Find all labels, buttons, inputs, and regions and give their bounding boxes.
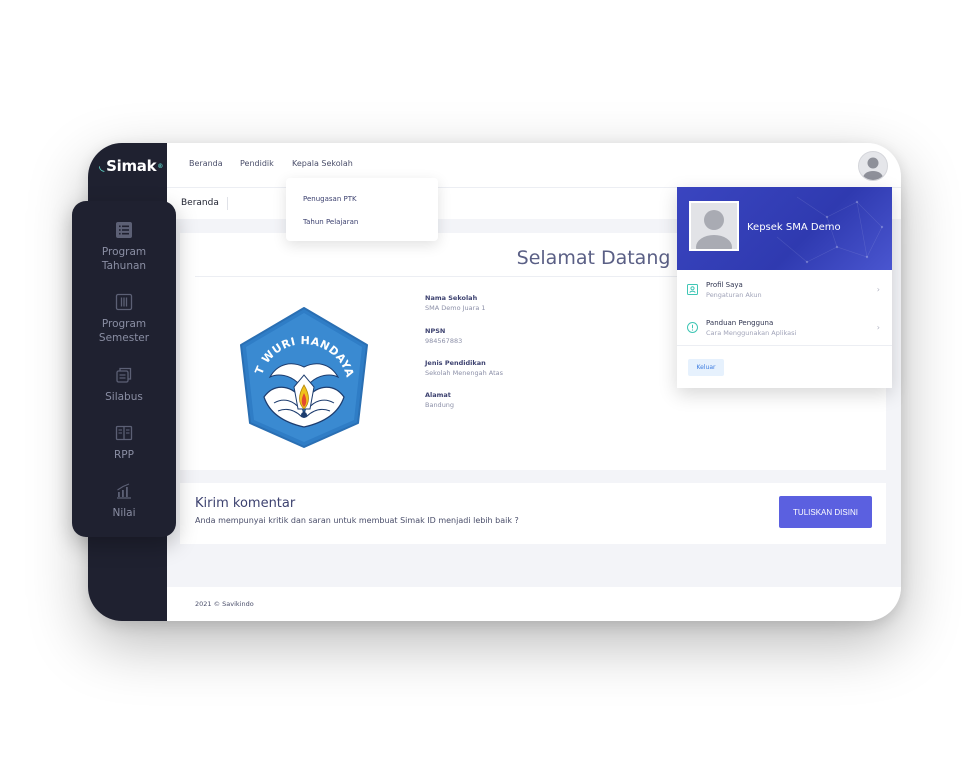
profile-name: Kepsek SMA Demo xyxy=(747,222,841,233)
sidebar-item-program-tahunan[interactable]: Program Tahunan xyxy=(72,221,176,273)
info-icon xyxy=(687,322,698,333)
sidebar-item-program-semester[interactable]: Program Semester xyxy=(72,293,176,345)
info-value: SMA Demo Juara 1 xyxy=(425,304,486,312)
menu-item-panduan-pengguna[interactable]: Panduan Pengguna Cara Menggunakan Aplika… xyxy=(677,313,892,349)
menu-item-subtitle: Cara Menggunakan Aplikasi xyxy=(706,329,797,337)
menu-item-subtitle: Pengaturan Akun xyxy=(706,291,762,299)
sidebar-item-label: RPP xyxy=(114,449,134,461)
info-label: Alamat xyxy=(425,391,451,399)
columns-icon xyxy=(115,293,133,311)
info-value: Bandung xyxy=(425,401,455,409)
sidebar-item-label: Program xyxy=(101,246,147,258)
sidebar-item-label: Semester xyxy=(98,332,150,344)
dropdown-item-penugasan-ptk[interactable]: Penugasan PTK xyxy=(303,195,357,203)
menu-item-title: Panduan Pengguna xyxy=(706,319,774,327)
profile-menu-header: Kepsek SMA Demo xyxy=(677,187,892,270)
chevron-right-icon: › xyxy=(876,285,880,294)
tut-wuri-handayani-emblem-icon: TUT WURI HANDAYANI xyxy=(234,305,368,448)
sidebar-item-rpp[interactable]: RPP xyxy=(72,424,176,462)
list-icon xyxy=(116,222,132,238)
avatar-person-icon xyxy=(696,210,732,249)
dropdown-item-tahun-pelajaran[interactable]: Tahun Pelajaran xyxy=(303,218,358,226)
info-value: Sekolah Menengah Atas xyxy=(425,369,503,377)
write-comment-button[interactable]: TULISKAN DISINI xyxy=(779,496,872,528)
sidebar-item-label: Program xyxy=(101,318,147,330)
menu-divider xyxy=(677,345,892,346)
nav-beranda[interactable]: Beranda xyxy=(189,159,223,168)
avatar-person-icon xyxy=(863,157,883,180)
menu-item-profil-saya[interactable]: Profil Saya Pengaturan Akun › xyxy=(677,275,892,311)
breadcrumb-divider xyxy=(227,197,228,210)
menu-item-title: Profil Saya xyxy=(706,281,743,289)
nav-kepala-sekolah[interactable]: Kepala Sekolah xyxy=(292,159,353,168)
info-label: NPSN xyxy=(425,327,446,335)
sidebar-item-silabus[interactable]: Silabus xyxy=(72,366,176,404)
logo-registered: ® xyxy=(157,162,164,170)
info-value: 984567883 xyxy=(425,337,463,345)
comment-subtitle: Anda mempunyai kritik dan saran untuk me… xyxy=(195,516,519,525)
breadcrumb[interactable]: Beranda xyxy=(181,198,219,208)
profile-menu: Kepsek SMA Demo Profil Saya Pengaturan A… xyxy=(677,187,892,388)
nav-pendidik[interactable]: Pendidik xyxy=(240,159,274,168)
sidebar-item-label: Nilai xyxy=(112,507,136,519)
comment-title: Kirim komentar xyxy=(195,496,296,511)
chevron-right-icon: › xyxy=(876,323,880,332)
chart-icon xyxy=(117,483,131,499)
info-label: Nama Sekolah xyxy=(425,294,478,302)
logo-text: Simak xyxy=(106,157,157,175)
user-card-icon xyxy=(687,284,698,295)
info-alamat: Alamat Bandung xyxy=(425,391,454,409)
sidebar-item-label: Silabus xyxy=(105,391,143,403)
info-label: Jenis Pendidikan xyxy=(425,359,486,367)
app-logo[interactable]: ◟ Simak ® xyxy=(99,157,163,175)
book-icon xyxy=(115,425,133,441)
info-jenis-pendidikan: Jenis Pendidikan Sekolah Menengah Atas xyxy=(425,359,503,377)
sidebar-item-nilai[interactable]: Nilai xyxy=(72,482,176,520)
info-nama-sekolah: Nama Sekolah SMA Demo Juara 1 xyxy=(425,294,486,312)
footer-copyright: 2021 © Savikindo xyxy=(195,600,254,608)
info-npsn: NPSN 984567883 xyxy=(425,327,462,345)
copy-icon xyxy=(116,367,132,383)
logo-mark-icon: ◟ xyxy=(99,158,105,174)
sidebar-item-label: Tahunan xyxy=(101,260,147,272)
kepala-sekolah-dropdown: Penugasan PTK Tahun Pelajaran xyxy=(286,178,438,241)
footer: 2021 © Savikindo xyxy=(167,587,901,621)
user-avatar[interactable] xyxy=(858,151,888,181)
sidebar-menu: Program Tahunan Program Semester Silabus xyxy=(72,201,176,537)
comment-card: Kirim komentar Anda mempunyai kritik dan… xyxy=(180,483,886,544)
top-navbar: Beranda Pendidik Kepala Sekolah xyxy=(167,143,901,187)
logout-button[interactable]: Keluar xyxy=(688,359,724,376)
profile-avatar[interactable] xyxy=(689,201,739,251)
